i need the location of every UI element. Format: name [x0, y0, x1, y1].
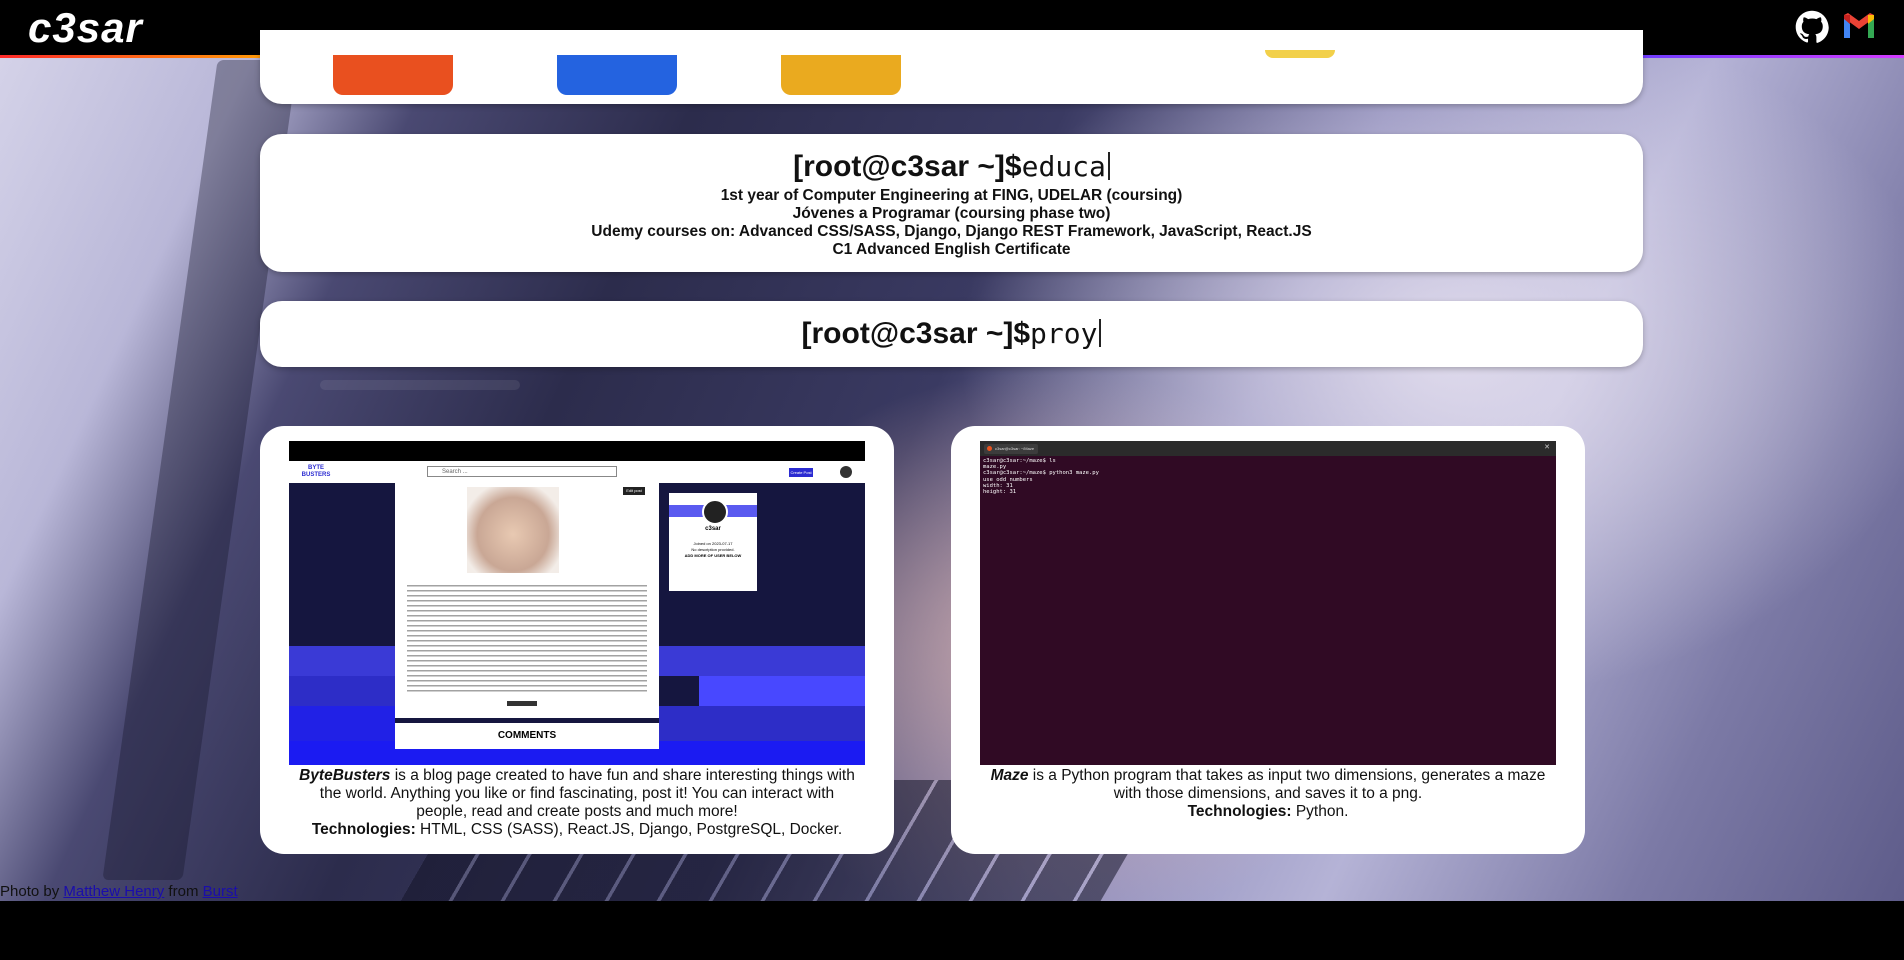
technologies-list: Python. — [1291, 803, 1349, 820]
screenshot-profile-more: ADD MORE OF USER BELOW — [684, 553, 742, 558]
screenshot-profile-joined: Joined on 2023-07-17 — [693, 541, 733, 546]
close-icon: ✕ — [1544, 444, 1550, 451]
technologies-label: Technologies: — [1187, 803, 1292, 820]
prompt-text: [root@c3sar ~]$ — [801, 317, 1031, 350]
skill-icon-js — [781, 55, 901, 95]
text-caret — [1107, 152, 1110, 180]
project-screenshot[interactable]: BYTE BUSTERS Search ... Create Post Edit… — [289, 441, 865, 765]
terminal-line: c3sar@c3sar:~/maze$ python3 maze.py — [983, 470, 1099, 477]
project-card-bytebusters[interactable]: BYTE BUSTERS Search ... Create Post Edit… — [260, 426, 894, 854]
screenshot-profile-name: c3sar — [705, 526, 721, 532]
credit-prefix: Photo by — [0, 883, 64, 900]
screenshot-post: Edit post — [395, 483, 659, 718]
terminal-line: height: 31 — [983, 489, 1017, 496]
screenshot-search: Search ... — [427, 466, 617, 477]
screenshot-brand: BYTE BUSTERS — [301, 465, 331, 478]
screenshot-profile-desc: No description provided. — [691, 547, 735, 552]
project-description-text: is a blog page created to have fun and s… — [319, 767, 855, 820]
skill-icon-css — [557, 55, 677, 95]
credit-middle: from — [164, 883, 203, 900]
project-description: ByteBusters is a blog page created to ha… — [298, 767, 856, 839]
project-description: Maze is a Python program that takes as i… — [989, 767, 1547, 821]
educa-prompt: [root@c3sar ~]$educa — [260, 149, 1643, 185]
screenshot-post-actions — [507, 701, 537, 706]
education-card: [root@c3sar ~]$educa 1st year of Compute… — [260, 134, 1643, 272]
project-screenshot[interactable]: c3sar@c3sar: ~/Maze ✕ c3sar@c3sar:~/maze… — [980, 441, 1556, 765]
gmail-icon[interactable] — [1842, 12, 1876, 40]
technologies-label: Technologies: — [311, 821, 416, 838]
education-item: 1st year of Computer Engineering at FING… — [720, 187, 1183, 204]
prompt-text: [root@c3sar ~]$ — [793, 150, 1022, 183]
github-icon[interactable] — [1795, 10, 1829, 44]
project-card-maze[interactable]: c3sar@c3sar: ~/Maze ✕ c3sar@c3sar:~/maze… — [951, 426, 1585, 854]
prompt-command: educa — [1021, 150, 1106, 183]
credit-author-link[interactable]: Matthew Henry — [63, 883, 164, 900]
photo-credit: Photo by Matthew Henry from Burst — [0, 883, 238, 900]
screenshot-comments-header: COMMENTS — [395, 723, 659, 749]
screenshot-post-image — [467, 487, 559, 573]
screenshot-profile-card: c3sar Joined on 2023-07-17 No descriptio… — [669, 493, 757, 591]
project-name: ByteBusters — [299, 767, 391, 784]
education-item: Jóvenes a Programar (coursing phase two) — [792, 205, 1111, 222]
screenshot-edit-post: Edit post — [623, 487, 645, 495]
skills-card — [260, 30, 1643, 104]
skill-icon-python — [1265, 50, 1335, 58]
proy-prompt: [root@c3sar ~]$proy — [260, 316, 1643, 352]
screenshot-create-post: Create Post — [789, 468, 813, 477]
text-caret — [1099, 319, 1102, 347]
skill-icon-html — [333, 55, 453, 95]
site-logo[interactable]: c3sar — [28, 3, 143, 53]
education-item: Udemy courses on: Advanced CSS/SASS, Dja… — [591, 223, 1312, 240]
project-description-text: is a Python program that takes as input … — [1028, 767, 1546, 802]
screenshot-post-text — [407, 585, 647, 693]
screenshot-search-placeholder: Search ... — [442, 469, 468, 475]
technologies-list: HTML, CSS (SASS), React.JS, Django, Post… — [415, 821, 843, 838]
project-name: Maze — [990, 767, 1029, 784]
terminal-output: c3sar@c3sar:~/maze$ ls maze.py c3sar@c3s… — [983, 458, 1099, 495]
credit-source-link[interactable]: Burst — [203, 883, 238, 900]
terminal-tab: c3sar@c3sar: ~/Maze — [984, 444, 1038, 454]
terminal-window-title: c3sar@c3sar: ~/Maze — [995, 446, 1035, 451]
screenshot-avatar — [840, 466, 852, 478]
projects-heading-card: [root@c3sar ~]$proy — [260, 301, 1643, 367]
education-item: C1 Advanced English Certificate — [832, 241, 1071, 258]
prompt-command: proy — [1030, 317, 1098, 350]
terminal-titlebar: c3sar@c3sar: ~/Maze ✕ — [980, 441, 1556, 456]
